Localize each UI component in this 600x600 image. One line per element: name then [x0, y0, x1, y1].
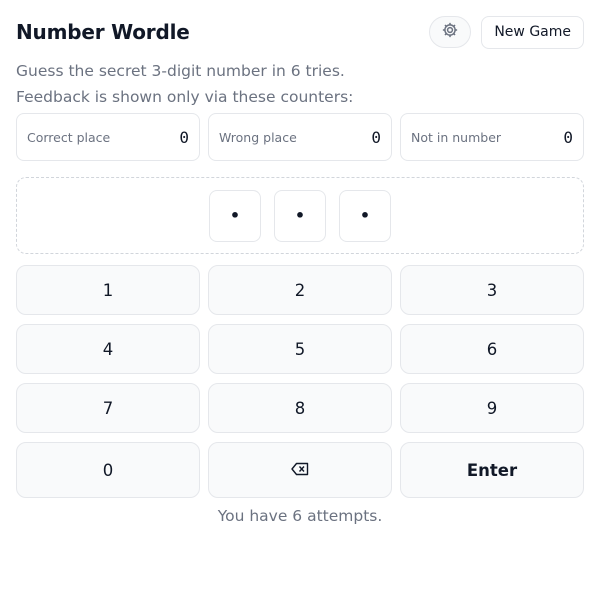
counter-label: Correct place [27, 129, 111, 145]
guess-cell: • [209, 189, 261, 242]
guess-board: • • • [16, 177, 584, 254]
key-2[interactable]: 2 [208, 265, 392, 315]
counter-label: Wrong place [219, 129, 297, 145]
header-actions: New Game [429, 15, 584, 49]
header: Number Wordle New Game [16, 14, 584, 50]
key-7[interactable]: 7 [16, 383, 200, 433]
counter-not-in-number: Not in number 0 [400, 113, 584, 161]
settings-button[interactable] [429, 16, 472, 48]
backspace-icon [291, 461, 309, 480]
counter-value: 0 [563, 127, 573, 147]
instructions-line-2: Feedback is shown only via these counter… [16, 88, 354, 106]
counter-wrong-place: Wrong place 0 [208, 113, 392, 161]
instructions: Guess the secret 3-digit number in 6 tri… [16, 58, 584, 110]
counter-value: 0 [371, 127, 381, 147]
counter-correct-place: Correct place 0 [16, 113, 200, 161]
enter-button[interactable]: Enter [400, 442, 584, 498]
guess-cell: • [274, 189, 326, 242]
page-title: Number Wordle [16, 20, 190, 44]
new-game-button[interactable]: New Game [481, 15, 584, 49]
attempts-status: You have 6 attempts. [217, 507, 383, 525]
key-6[interactable]: 6 [400, 324, 584, 374]
key-5[interactable]: 5 [208, 324, 392, 374]
key-0[interactable]: 0 [16, 442, 200, 498]
key-9[interactable]: 9 [400, 383, 584, 433]
instructions-line-1: Guess the secret 3-digit number in 6 tri… [16, 62, 345, 80]
key-4[interactable]: 4 [16, 324, 200, 374]
backspace-button[interactable] [208, 442, 392, 498]
keypad: 1 2 3 4 5 6 7 8 9 0 Enter [16, 265, 584, 498]
gear-icon [441, 21, 459, 43]
counter-label: Not in number [411, 129, 502, 145]
guess-cell: • [339, 189, 391, 242]
key-1[interactable]: 1 [16, 265, 200, 315]
counter-value: 0 [179, 127, 189, 147]
feedback-counters: Correct place 0 Wrong place 0 Not in num… [16, 113, 584, 161]
key-3[interactable]: 3 [400, 265, 584, 315]
key-8[interactable]: 8 [208, 383, 392, 433]
